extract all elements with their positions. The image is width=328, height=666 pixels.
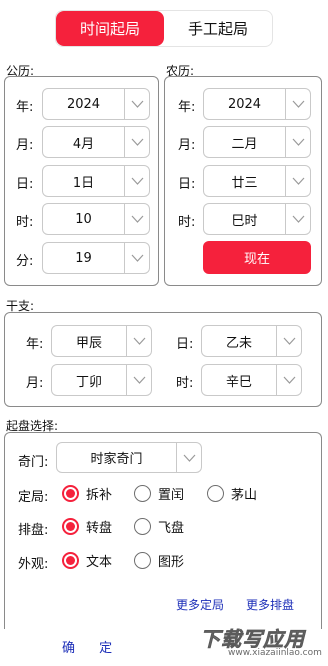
dingju-option-zhirun[interactable]: 置闰 [134,484,184,503]
dingju-label: 定局: [18,490,49,505]
tab-time-start[interactable]: 时间起局 [56,11,164,46]
waiguan-option-graphic[interactable]: 图形 [134,551,184,570]
lunar-month-value: 二月 [231,136,258,152]
radio-unselected-icon [134,552,151,569]
lunar-month-label: 月: [178,138,196,153]
lunar-year-select[interactable]: 2024 [203,88,311,120]
ganzhi-year-value: 甲辰 [75,335,102,351]
chevron-down-icon [124,89,149,119]
waiguan-label: 外观: [18,557,49,572]
dingju-option-label: 茅山 [231,488,258,503]
ganzhi-hour-select[interactable]: 辛巳 [201,364,302,396]
more-paipan-link[interactable]: 更多排盘 [246,596,294,613]
dingju-option-label: 置闰 [158,488,185,503]
gregorian-hour-label: 时: [16,215,34,230]
chevron-down-icon [124,243,149,273]
gregorian-month-select[interactable]: 4月 [42,126,150,158]
paipan-label: 排盘: [18,523,49,538]
dingju-option-maoshan[interactable]: 茅山 [207,484,257,503]
waiguan-option-text[interactable]: 文本 [62,551,112,570]
lunar-year-value: 2024 [227,96,262,112]
ganzhi-day-label: 日: [176,337,194,352]
ganzhi-year-select[interactable]: 甲辰 [51,325,152,357]
gregorian-minute-select[interactable]: 19 [42,242,150,274]
chevron-down-icon [276,365,301,395]
chevron-down-icon [276,326,301,356]
dingju-option-label: 拆补 [86,488,113,503]
chevron-down-icon [124,204,149,234]
chevron-down-icon [285,127,310,157]
chevron-down-icon [285,204,310,234]
lunar-month-select[interactable]: 二月 [203,126,311,158]
ganzhi-hour-label: 时: [176,376,194,391]
radio-selected-icon [62,518,79,535]
chevron-down-icon [126,365,151,395]
chevron-down-icon [285,166,310,196]
radio-unselected-icon [134,518,151,535]
lunar-day-label: 日: [178,177,196,192]
mode-tabs: 时间起局 手工起局 [55,10,273,47]
ganzhi-day-select[interactable]: 乙未 [201,325,302,357]
watermark-url-text: www.xiazaiinlao.com [228,648,322,658]
gregorian-minute-label: 分: [16,254,34,269]
radio-selected-icon [62,485,79,502]
qimen-label: 奇门: [18,455,49,470]
ganzhi-month-select[interactable]: 丁卯 [51,364,152,396]
radio-unselected-icon [134,485,151,502]
qimen-value: 时家奇门 [90,452,143,467]
gregorian-year-value: 2024 [66,96,101,112]
radio-unselected-icon [207,485,224,502]
paipan-option-feipan[interactable]: 飞盘 [134,517,184,536]
confirm-button[interactable]: 确 定 [62,637,122,656]
gregorian-month-label: 月: [16,138,34,153]
lunar-day-value: 廿三 [231,175,258,191]
gregorian-year-label: 年: [16,100,34,115]
lunar-hour-value: 巳时 [231,213,258,229]
gregorian-hour-select[interactable]: 10 [42,203,150,235]
gregorian-day-label: 日: [16,177,34,192]
chevron-down-icon [126,326,151,356]
ganzhi-month-label: 月: [26,376,44,391]
chevron-down-icon [124,127,149,157]
radio-selected-icon [62,552,79,569]
paipan-option-label: 转盘 [86,521,113,536]
more-dingju-link[interactable]: 更多定局 [176,596,224,613]
tab-manual-start[interactable]: 手工起局 [164,11,272,46]
ganzhi-month-value: 丁卯 [75,374,102,390]
paipan-option-label: 飞盘 [158,521,185,536]
gregorian-month-value: 4月 [72,136,95,152]
waiguan-option-label: 图形 [158,555,185,570]
lunar-day-select[interactable]: 廿三 [203,165,311,197]
lunar-year-label: 年: [178,100,196,115]
dingju-option-chaibu[interactable]: 拆补 [62,484,112,503]
gregorian-minute-value: 19 [75,250,92,266]
paipan-option-zhuanpan[interactable]: 转盘 [62,517,112,536]
gregorian-hour-value: 10 [75,211,92,227]
chevron-down-icon [285,89,310,119]
now-button[interactable]: 现在 [203,241,311,274]
watermark-logo: 下载写应用 www.xiazaiinlao.com [198,623,326,663]
gregorian-day-value: 1日 [72,175,95,191]
lunar-hour-label: 时: [178,215,196,230]
chevron-down-icon [176,443,201,472]
gregorian-day-select[interactable]: 1日 [42,165,150,197]
waiguan-option-label: 文本 [86,555,113,570]
ganzhi-hour-value: 辛巳 [225,374,252,390]
gregorian-year-select[interactable]: 2024 [42,88,150,120]
ganzhi-year-label: 年: [26,337,44,352]
chevron-down-icon [124,166,149,196]
qimen-select[interactable]: 时家奇门 [56,442,202,473]
lunar-hour-select[interactable]: 巳时 [203,203,311,235]
ganzhi-day-value: 乙未 [225,335,252,351]
